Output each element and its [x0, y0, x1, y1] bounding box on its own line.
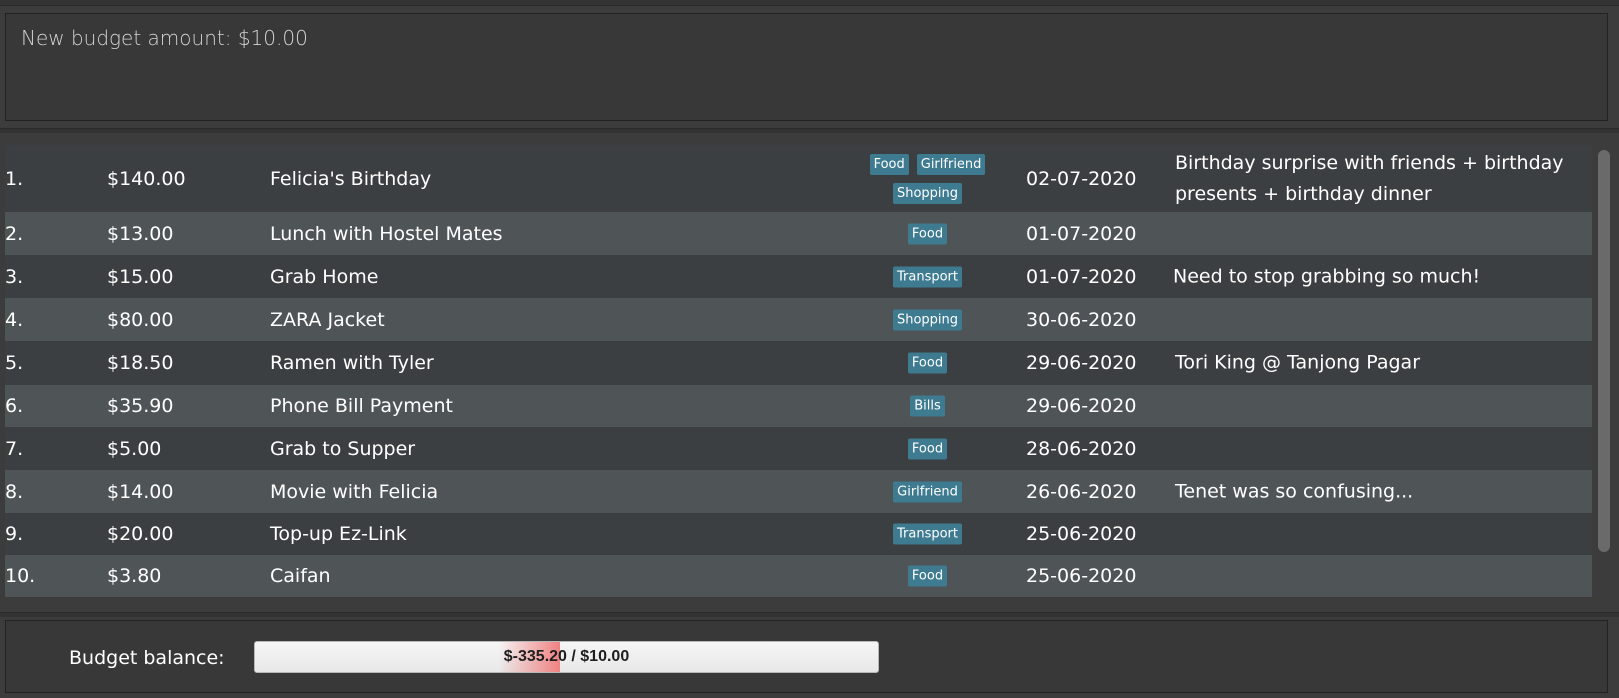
- expense-description: ZARA Jacket: [270, 308, 385, 331]
- tag-label: Girlfriend: [893, 481, 962, 502]
- expense-tags: Bills: [865, 395, 990, 417]
- expense-date: 25-06-2020: [1026, 565, 1137, 587]
- expense-row[interactable]: 9. $20.00 Top-up Ez-Link Transport 25-06-202…: [5, 513, 1592, 555]
- expense-description: Grab to Supper: [270, 437, 416, 460]
- expense-index: 3.: [5, 265, 24, 288]
- expense-row[interactable]: 8. $14.00 Movie with Felicia Girlfriend 26-0…: [5, 470, 1592, 513]
- expense-tags: Food: [865, 223, 990, 244]
- expense-date: 28-06-2020: [1026, 437, 1137, 460]
- expense-index: 8.: [5, 480, 24, 503]
- tag-label: Shopping: [892, 309, 963, 330]
- tag-label: Transport: [892, 523, 962, 545]
- expense-description: Grab Home: [270, 265, 379, 288]
- expense-list[interactable]: 1. $140.00 Felicia's Birthday Food Girlfrien…: [5, 145, 1592, 602]
- tag-label: Transport: [892, 266, 962, 287]
- expense-row[interactable]: 6. $35.90 Phone Bill Payment Bills 29-06-202…: [5, 385, 1592, 427]
- expense-date: 01-07-2020: [1026, 265, 1137, 288]
- tag-label: Food: [869, 153, 909, 175]
- expense-index: 10.: [5, 565, 36, 587]
- expense-tags: Transport: [865, 523, 990, 545]
- tag-label: Girlfriend: [916, 153, 986, 175]
- expense-description: Phone Bill Payment: [270, 395, 453, 417]
- expense-tags: Food Girlfriend Shopping: [865, 153, 990, 204]
- tag-label: Food: [907, 223, 948, 244]
- result-display: New budget amount: $10.00: [5, 13, 1608, 121]
- expense-row[interactable]: 1. $140.00 Felicia's Birthday Food Girlfrien…: [5, 145, 1592, 212]
- expense-row[interactable]: 3. $15.00 Grab Home Transport 01-07-2020 Need…: [5, 255, 1592, 298]
- expense-row[interactable]: 4. $80.00 ZARA Jacket Shopping 30-06-2020: [5, 298, 1592, 341]
- expense-description: Felicia's Birthday: [270, 167, 432, 190]
- expense-remark: Tori King @ Tanjong Pagar: [1175, 351, 1421, 374]
- expense-row[interactable]: 5. $18.50 Ramen with Tyler Food 29-06-2020 To…: [5, 341, 1592, 385]
- expense-amount: $18.50: [107, 352, 174, 374]
- expense-index: 6.: [5, 395, 24, 417]
- expense-tags: Shopping: [865, 309, 990, 330]
- expense-tags: Transport: [865, 266, 990, 287]
- expense-amount: $13.00: [107, 222, 174, 245]
- expense-amount: $140.00: [107, 167, 186, 190]
- budget-label: Budget balance:: [69, 647, 225, 669]
- expense-index: 7.: [5, 437, 24, 460]
- expense-date: 30-06-2020: [1026, 308, 1137, 331]
- section-divider[interactable]: [0, 612, 1619, 617]
- expense-index: 2.: [5, 222, 24, 245]
- expense-description: Movie with Felicia: [270, 480, 439, 503]
- expense-row[interactable]: 7. $5.00 Grab to Supper Food 28-06-2020: [5, 427, 1592, 470]
- expense-index: 5.: [5, 352, 24, 374]
- expense-index: 4.: [5, 308, 24, 331]
- expense-description: Lunch with Hostel Mates: [270, 222, 503, 245]
- budget-panel: Budget balance: $-335.20 / $10.00: [5, 620, 1608, 693]
- tag-label: Shopping: [892, 182, 963, 204]
- expense-amount: $14.00: [107, 480, 174, 503]
- budget-progress-bar: $-335.20 / $10.00: [254, 641, 879, 673]
- expense-date: 29-06-2020: [1026, 395, 1137, 417]
- expense-amount: $80.00: [107, 308, 174, 331]
- expense-description: Caifan: [270, 565, 331, 587]
- expense-remark: Birthday surprise with friends + birthda…: [1175, 151, 1564, 205]
- expense-date: 01-07-2020: [1026, 222, 1137, 245]
- expense-amount: $15.00: [107, 265, 174, 288]
- expense-row[interactable]: 2. $13.00 Lunch with Hostel Mates Food 01-07…: [5, 212, 1592, 255]
- tag-label: Food: [907, 352, 948, 374]
- expense-date: 26-06-2020: [1026, 480, 1137, 503]
- scrollbar-thumb[interactable]: [1598, 150, 1610, 552]
- result-message: New budget amount: $10.00: [21, 26, 308, 50]
- expense-tags: Food: [865, 565, 990, 587]
- expense-remark: Need to stop grabbing so much!: [1173, 265, 1481, 287]
- expense-row[interactable]: 10. $3.80 Caifan Food 25-06-2020: [5, 555, 1592, 597]
- expense-index: 1.: [5, 167, 24, 190]
- expense-tags: Food: [865, 438, 990, 459]
- section-divider[interactable]: [0, 128, 1619, 133]
- tag-label: Bills: [910, 395, 945, 417]
- expense-remark: Tenet was so confusing...: [1175, 480, 1414, 502]
- expense-date: 29-06-2020: [1026, 352, 1137, 374]
- expense-description: Top-up Ez-Link: [270, 523, 407, 545]
- expense-index: 9.: [5, 523, 24, 545]
- expense-tags: Girlfriend: [865, 481, 990, 502]
- top-divider: [0, 0, 1619, 6]
- expense-description: Ramen with Tyler: [270, 352, 434, 374]
- expense-amount: $20.00: [107, 523, 174, 545]
- budget-progress-text: $-335.20 / $10.00: [503, 648, 630, 665]
- expense-amount: $35.90: [107, 395, 174, 417]
- expense-amount: $5.00: [107, 437, 162, 460]
- expense-date: 25-06-2020: [1026, 523, 1137, 545]
- expense-tags: Food: [865, 352, 990, 374]
- expense-amount: $3.80: [107, 565, 162, 587]
- tag-label: Food: [907, 565, 948, 587]
- tag-label: Food: [907, 438, 948, 459]
- expense-date: 02-07-2020: [1026, 167, 1137, 190]
